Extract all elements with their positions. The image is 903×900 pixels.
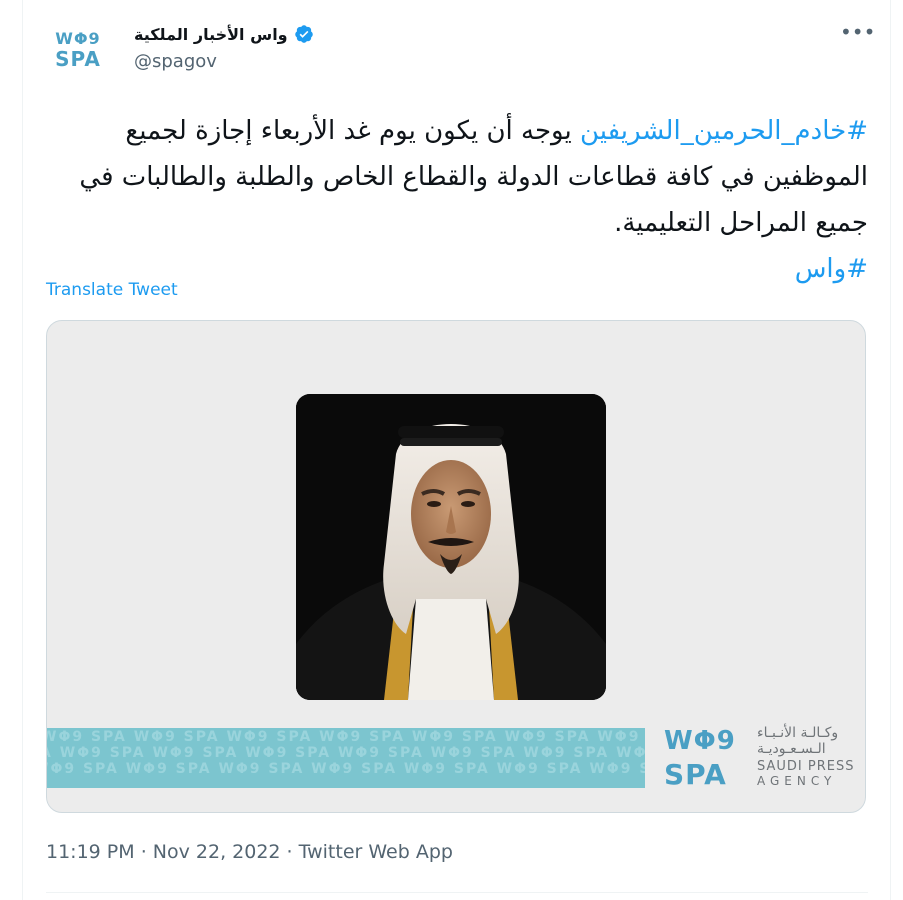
timeline-right-border: [890, 0, 891, 900]
spa-logo: WΦ9 SPA: [664, 726, 754, 791]
avatar[interactable]: WΦ9 SPA: [46, 24, 110, 76]
tweet-source[interactable]: Twitter Web App: [299, 841, 453, 863]
agency-name-arabic-1: وكـالـة الأنـبـاء: [757, 725, 839, 741]
meta-separator: ·: [280, 841, 299, 863]
spa-logo-bottom: SPA: [664, 758, 727, 791]
tweet-metadata: 11:19 PM · Nov 22, 2022 · Twitter Web Ap…: [46, 841, 453, 863]
timeline-left-border: [22, 0, 23, 900]
pattern-text: SPA WΦ9 SPA WΦ9 SPA WΦ9 SPA WΦ9 SPA WΦ9 …: [47, 745, 645, 761]
agency-name-english-1: SAUDI PRESS: [757, 759, 855, 774]
portrait-illustration: [296, 394, 606, 700]
avatar-logo-bottom: SPA: [55, 47, 101, 71]
tweet-text: #خادم_الحرمين_الشريفين يوجه أن يكون يوم …: [46, 108, 868, 292]
media-card[interactable]: WΦ9 SPA WΦ9 SPA WΦ9 SPA WΦ9 SPA WΦ9 SPA …: [46, 320, 866, 813]
spa-wordmark: وكـالـة الأنـبـاء الـسـعـوديـة SAUDI PRE…: [757, 725, 865, 788]
hashtag-link[interactable]: #واس: [795, 254, 868, 284]
pattern-text: WΦ9 SPA WΦ9 SPA WΦ9 SPA WΦ9 SPA WΦ9 SPA …: [47, 761, 645, 777]
translate-tweet-link[interactable]: Translate Tweet: [46, 280, 178, 300]
spa-pattern-band: WΦ9 SPA WΦ9 SPA WΦ9 SPA WΦ9 SPA WΦ9 SPA …: [47, 728, 645, 788]
tweet-time[interactable]: 11:19 PM: [46, 841, 135, 863]
more-options-icon[interactable]: •••: [840, 22, 875, 44]
spa-logo-top: WΦ9: [664, 726, 736, 756]
display-name[interactable]: واس الأخبار الملكية: [134, 25, 288, 44]
portrait-photo: [296, 394, 606, 700]
divider: [46, 892, 868, 893]
tweet-date[interactable]: Nov 22, 2022: [153, 841, 281, 863]
avatar-logo-top: WΦ9: [55, 29, 101, 48]
author-handle[interactable]: @spagov: [134, 51, 217, 72]
hashtag-link[interactable]: #خادم_الحرمين_الشريفين: [580, 116, 868, 146]
meta-separator: ·: [134, 841, 153, 863]
verified-badge-icon: [294, 25, 313, 43]
pattern-text: WΦ9 SPA WΦ9 SPA WΦ9 SPA WΦ9 SPA WΦ9 SPA …: [47, 729, 645, 745]
agency-name-english-2: AGENCY: [757, 774, 837, 788]
agency-name-arabic-2: الـسـعـوديـة: [757, 741, 826, 757]
author-name-row[interactable]: واس الأخبار الملكية: [134, 22, 314, 46]
